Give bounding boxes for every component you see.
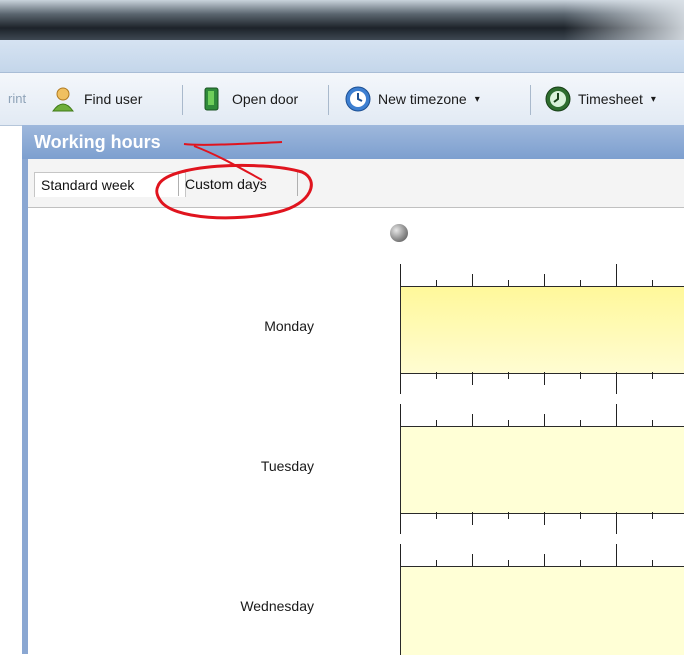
ribbon-strip xyxy=(0,40,684,73)
open-door-button[interactable]: Open door xyxy=(198,81,298,117)
time-ruler-top xyxy=(400,404,684,428)
day-label-monday: Monday xyxy=(264,318,314,334)
panel-title-bar: Working hours xyxy=(22,125,684,159)
time-ruler-top xyxy=(400,544,684,568)
tab-custom-days[interactable]: Custom days xyxy=(178,172,298,196)
day-bar-monday[interactable] xyxy=(400,286,684,374)
find-user-label: Find user xyxy=(84,91,143,107)
new-timezone-label: New timezone xyxy=(378,91,467,107)
day-bar-tuesday[interactable] xyxy=(400,426,684,514)
day-label-tuesday: Tuesday xyxy=(260,458,314,474)
new-timezone-button[interactable]: New timezone ▾ xyxy=(344,81,480,117)
toolbar-prev-item-label[interactable]: rint xyxy=(8,91,26,106)
timesheet-clock-icon xyxy=(544,85,572,113)
open-door-label: Open door xyxy=(232,91,299,107)
time-ruler-bottom xyxy=(400,372,684,396)
day-bar-wednesday[interactable] xyxy=(400,566,684,655)
tab-strip: Standard week Custom days xyxy=(28,159,684,208)
window-title-bar xyxy=(0,0,684,40)
globe-icon[interactable] xyxy=(390,224,408,242)
chevron-down-icon[interactable]: ▾ xyxy=(651,94,656,105)
user-search-icon xyxy=(50,85,78,113)
timesheet-label: Timesheet xyxy=(578,91,643,107)
title-bar-glare xyxy=(564,0,684,40)
chevron-down-icon[interactable]: ▾ xyxy=(475,94,480,105)
find-user-button[interactable]: Find user xyxy=(50,81,142,117)
time-ruler-bottom xyxy=(400,512,684,536)
toolbar-separator xyxy=(530,85,531,115)
day-label-wednesday: Wednesday xyxy=(240,598,314,614)
door-icon xyxy=(198,85,226,113)
toolbar: rint Find user Open door New timezone ▾ … xyxy=(0,73,684,126)
timesheet-button[interactable]: Timesheet ▾ xyxy=(544,81,656,117)
tab-standard-week[interactable]: Standard week xyxy=(34,172,186,197)
toolbar-separator xyxy=(182,85,183,115)
toolbar-separator xyxy=(328,85,329,115)
clock-icon xyxy=(344,85,372,113)
time-ruler-top xyxy=(400,264,684,288)
panel-title: Working hours xyxy=(34,132,161,152)
